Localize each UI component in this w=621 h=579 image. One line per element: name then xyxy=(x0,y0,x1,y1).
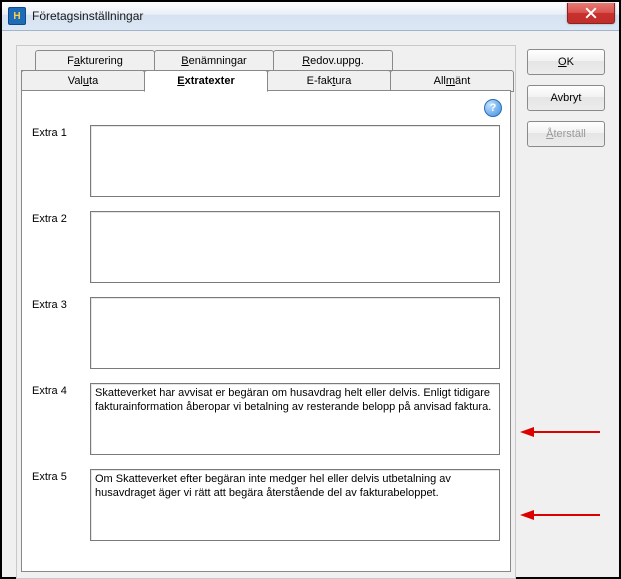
app-icon: H xyxy=(8,7,26,25)
titlebar: H Företagsinställningar xyxy=(2,2,619,31)
row-extra1: Extra 1 xyxy=(32,125,500,197)
input-extra5[interactable]: Om Skatteverket efter begäran inte medge… xyxy=(90,469,500,541)
aterstall-button[interactable]: Återställ xyxy=(527,121,605,147)
tab-efaktura[interactable]: E-faktura xyxy=(267,70,391,92)
extratexter-fields: Extra 1 Extra 2 Extra 3 Extra 4 Skatteve… xyxy=(32,125,500,561)
window-title: Företagsinställningar xyxy=(32,9,143,23)
input-extra3[interactable] xyxy=(90,297,500,369)
tab-extratexter[interactable]: Extratexter xyxy=(144,70,268,92)
help-icon[interactable]: ? xyxy=(484,99,502,117)
tabs-row-1: Fakturering Benämningar Redov.uppg. xyxy=(17,50,515,70)
label-extra5: Extra 5 xyxy=(32,469,90,541)
label-extra4: Extra 4 xyxy=(32,383,90,455)
row-extra4: Extra 4 Skatteverket har avvisat er begä… xyxy=(32,383,500,455)
tab-body: ? Extra 1 Extra 2 Extra 3 xyxy=(21,90,511,572)
tab-allmant[interactable]: Allmänt xyxy=(390,70,514,92)
row-extra5: Extra 5 Om Skatteverket efter begäran in… xyxy=(32,469,500,541)
avbryt-button[interactable]: Avbryt xyxy=(527,85,605,111)
tabs-row-2: Valuta Extratexter E-faktura Allmänt xyxy=(17,70,513,90)
input-extra1[interactable] xyxy=(90,125,500,197)
annotation-arrow-1 xyxy=(520,424,600,440)
tab-redov-uppg[interactable]: Redov.uppg. xyxy=(273,50,393,72)
ok-button[interactable]: OK xyxy=(527,49,605,75)
close-icon xyxy=(585,7,597,19)
row-extra3: Extra 3 xyxy=(32,297,500,369)
input-extra2[interactable] xyxy=(90,211,500,283)
tab-benamningar[interactable]: Benämningar xyxy=(154,50,274,72)
tab-valuta[interactable]: Valuta xyxy=(21,70,145,92)
window: H Företagsinställningar Fakturering Benä… xyxy=(0,0,621,579)
client-area: Fakturering Benämningar Redov.uppg. Valu… xyxy=(2,31,619,577)
label-extra3: Extra 3 xyxy=(32,297,90,369)
input-extra4[interactable]: Skatteverket har avvisat er begäran om h… xyxy=(90,383,500,455)
dialog-buttons: OK Avbryt Återställ xyxy=(527,49,605,157)
settings-panel: Fakturering Benämningar Redov.uppg. Valu… xyxy=(16,45,516,579)
annotation-arrow-2 xyxy=(520,507,600,523)
row-extra2: Extra 2 xyxy=(32,211,500,283)
tab-fakturering[interactable]: Fakturering xyxy=(35,50,155,72)
label-extra2: Extra 2 xyxy=(32,211,90,283)
label-extra1: Extra 1 xyxy=(32,125,90,197)
close-button[interactable] xyxy=(567,3,615,24)
